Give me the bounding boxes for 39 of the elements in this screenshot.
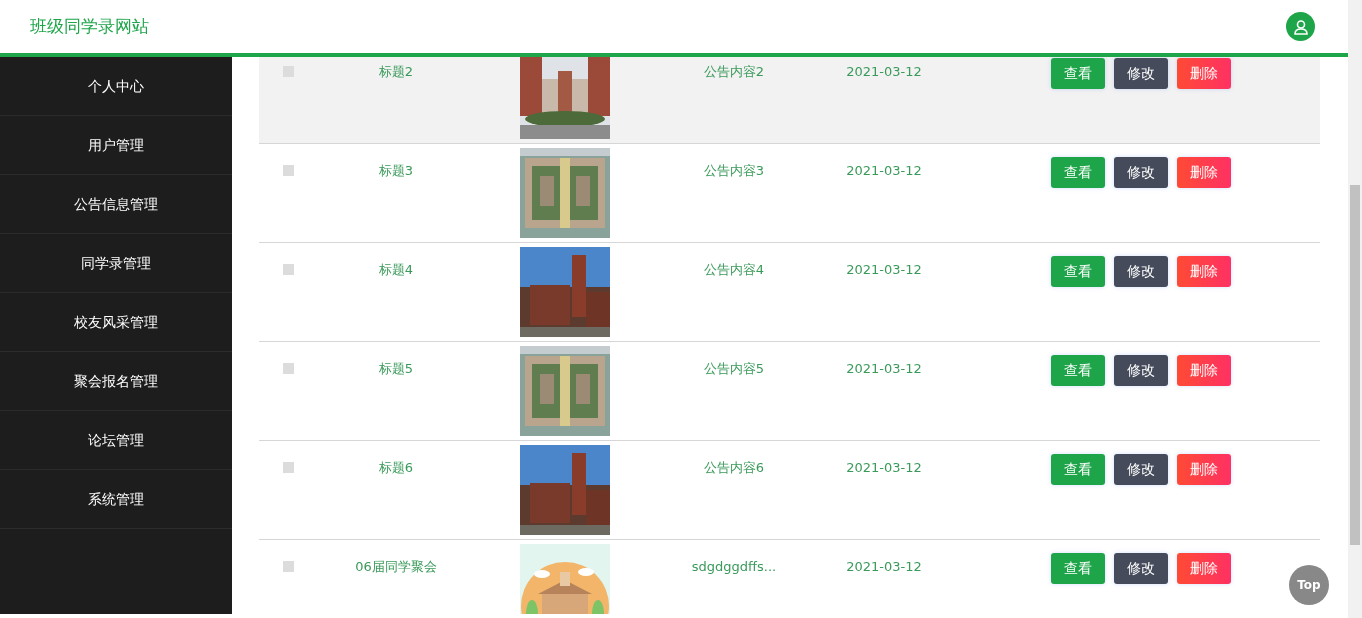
edit-button[interactable]: 修改 (1114, 256, 1168, 287)
title-cell-text: 标题6 (378, 459, 414, 477)
sidebar-item[interactable]: 公告信息管理 (74, 193, 158, 215)
delete-button[interactable]: 删除 (1177, 157, 1231, 188)
sidebar-item[interactable]: 校友风采管理 (74, 311, 158, 333)
content-cell-text: 公告内容5 (703, 360, 765, 378)
date-cell-text: 2021-03-12 (846, 459, 922, 477)
edit-button[interactable]: 修改 (1114, 454, 1168, 485)
sidebar-item[interactable]: 论坛管理 (88, 429, 144, 451)
content-cell-text: sdgdggdffs... (691, 558, 777, 576)
date-cell-text: 2021-03-12 (846, 360, 922, 378)
sidebar-item[interactable]: 个人中心 (88, 75, 144, 97)
content-cell-text: 公告内容4 (703, 261, 765, 279)
delete-button[interactable]: 删除 (1177, 454, 1231, 485)
date-cell-text: 2021-03-12 (846, 162, 922, 180)
sidebar-item[interactable]: 同学录管理 (81, 252, 151, 274)
edit-button[interactable]: 修改 (1114, 58, 1168, 89)
edit-button[interactable]: 修改 (1114, 355, 1168, 386)
date-cell-text: 2021-03-12 (846, 558, 922, 576)
sidebar-item[interactable]: 用户管理 (88, 134, 144, 156)
delete-button[interactable]: 删除 (1177, 58, 1231, 89)
content-cell-text: 公告内容2 (703, 63, 765, 81)
title-cell-text: 06届同学聚会 (355, 558, 437, 576)
edit-button[interactable]: 修改 (1114, 553, 1168, 584)
title-cell-text: 标题3 (378, 162, 414, 180)
site-title: 班级同学录网站 (30, 14, 149, 38)
title-cell-text: 标题5 (378, 360, 414, 378)
delete-button[interactable]: 删除 (1177, 553, 1231, 584)
sidebar-item[interactable]: 系统管理 (88, 488, 144, 510)
title-cell-text: 标题4 (378, 261, 414, 279)
date-cell-text: 2021-03-12 (846, 63, 922, 81)
edit-button[interactable]: 修改 (1114, 157, 1168, 188)
sidebar-item[interactable]: 聚会报名管理 (74, 370, 158, 392)
delete-button[interactable]: 删除 (1177, 355, 1231, 386)
content-cell-text: 公告内容6 (703, 459, 765, 477)
date-cell-text: 2021-03-12 (846, 261, 922, 279)
title-cell-text: 标题2 (378, 63, 414, 81)
delete-button[interactable]: 删除 (1177, 256, 1231, 287)
content-cell-text: 公告内容3 (703, 162, 765, 180)
